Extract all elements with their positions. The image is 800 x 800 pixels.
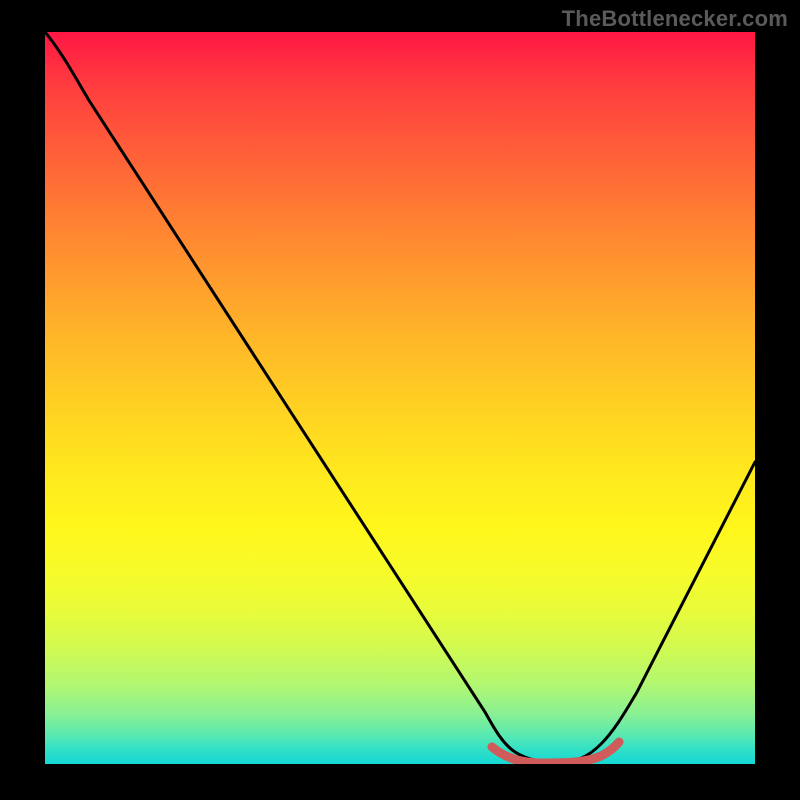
watermark-text: TheBottleneсker.com bbox=[562, 6, 788, 32]
bottleneck-curve bbox=[45, 32, 755, 762]
plot-area bbox=[45, 32, 755, 764]
chart-frame: TheBottleneсker.com bbox=[0, 0, 800, 800]
curve-layer bbox=[45, 32, 755, 764]
